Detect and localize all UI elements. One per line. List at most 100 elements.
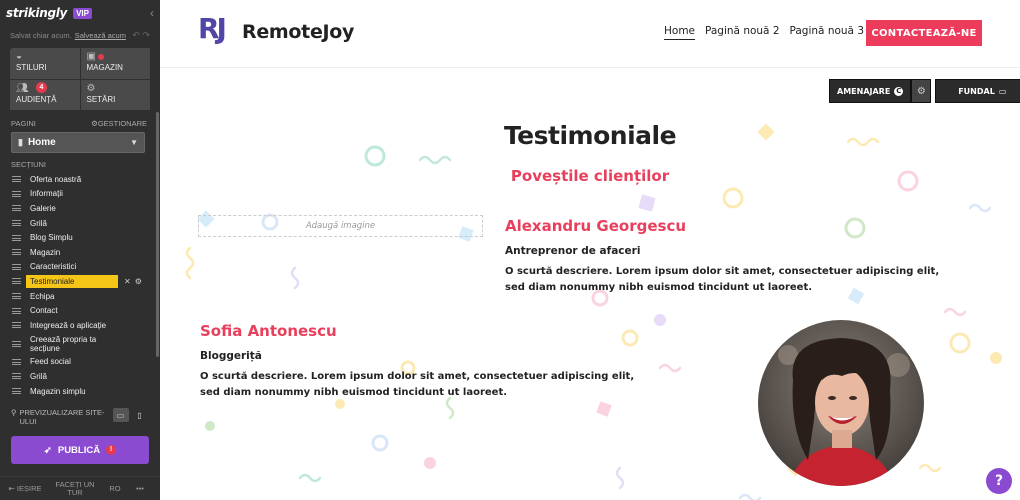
section-item[interactable]: Caracteristici: [10, 260, 158, 275]
publish-warning-badge: !: [106, 445, 117, 455]
section-settings-icon[interactable]: ⚙: [135, 277, 142, 286]
testimonial-photo[interactable]: [758, 320, 924, 486]
preview-bar: ⚲ Previzualizare site-ului ▭ ▯: [11, 408, 151, 426]
brand-logo[interactable]: RJ: [198, 12, 227, 45]
sidebar-header: strikingly VIP ‹: [0, 0, 160, 26]
shop-button[interactable]: ▣ Magazin: [80, 48, 150, 79]
section-item[interactable]: Magazin: [10, 245, 158, 260]
page-select[interactable]: ▮ Home ▼: [11, 132, 145, 153]
section-toolbar: Amenajare C ⚙ Fundal ▭: [829, 79, 1020, 103]
testimonial-role[interactable]: Bloggeriță: [200, 350, 262, 362]
settings-button[interactable]: ⚙ Setări: [80, 79, 150, 110]
section-item[interactable]: Galerie: [10, 201, 158, 216]
section-subtitle[interactable]: Poveștile clienților: [160, 167, 1020, 185]
smiling-woman-portrait: [758, 320, 924, 486]
styles-button[interactable]: ◒ Stiluri: [10, 48, 80, 79]
tour-button[interactable]: Faceți un tur: [50, 480, 100, 497]
sections-scrollbar[interactable]: [156, 112, 159, 357]
drag-handle-icon[interactable]: [12, 373, 21, 380]
section-item[interactable]: Magazin simplu: [10, 384, 158, 399]
palette-icon: ◒: [16, 51, 23, 62]
testimonial-name[interactable]: Sofia Antonescu: [200, 322, 337, 340]
nav-item-page-2[interactable]: Pagină nouă 2: [705, 25, 780, 40]
search-icon: ⚲: [11, 408, 17, 417]
pages-label: Pagini: [11, 119, 36, 128]
collapse-sidebar-icon[interactable]: ‹: [150, 6, 154, 20]
more-icon[interactable]: •••: [130, 484, 150, 493]
image-icon: ▭: [998, 86, 1007, 96]
section-item[interactable]: Informații: [10, 187, 158, 202]
layout-button[interactable]: Amenajare C: [829, 79, 912, 103]
chevron-down-icon: ▼: [130, 138, 138, 147]
help-button[interactable]: ?: [986, 468, 1012, 494]
layout-variant-badge: C: [894, 86, 904, 96]
shop-icon: ▣: [86, 51, 96, 62]
audience-button[interactable]: 👥︎ 4 Audiență: [10, 79, 80, 110]
current-page: Home: [27, 137, 56, 148]
preview-label: Previzualizare site-ului: [19, 408, 105, 426]
shop-notification-dot: [97, 54, 104, 60]
drag-handle-icon[interactable]: [12, 307, 21, 314]
drag-handle-icon[interactable]: [12, 322, 21, 329]
section-item[interactable]: Contact: [10, 303, 158, 318]
audience-badge: 4: [36, 81, 47, 93]
manage-label: Gestionare: [97, 119, 147, 128]
publish-button[interactable]: ➶ Publică !: [11, 436, 149, 464]
drag-handle-icon[interactable]: [12, 220, 21, 227]
section-item[interactable]: Grilă: [10, 216, 158, 231]
section-item[interactable]: Oferta noastră: [10, 172, 158, 187]
testimonial-role[interactable]: Antreprenor de afaceri: [505, 245, 640, 257]
drag-handle-icon[interactable]: [12, 263, 21, 270]
nav-item-page-3[interactable]: Pagină nouă 3: [790, 25, 865, 40]
document-icon: ▮: [18, 137, 23, 147]
testimonial-description[interactable]: O scurtă descriere. Lorem ipsum dolor si…: [505, 264, 955, 296]
testimonial-description[interactable]: O scurtă descriere. Lorem ipsum dolor si…: [200, 369, 650, 401]
settings-label: Setări: [86, 94, 116, 104]
section-title[interactable]: Testimoniale: [160, 121, 1020, 150]
sections-label: Secțiuni: [11, 160, 47, 169]
language-button[interactable]: RO: [100, 484, 130, 493]
pages-header: Pagini ⚙Gestionare: [11, 119, 147, 128]
manage-pages-link[interactable]: ⚙Gestionare: [91, 119, 147, 128]
drag-handle-icon[interactable]: [12, 293, 21, 300]
section-item[interactable]: Echipa: [10, 289, 158, 304]
section-item[interactable]: Creează propria ta secțiune: [10, 333, 158, 355]
contact-button[interactable]: Contactează-ne: [866, 20, 982, 46]
section-gear-icon[interactable]: ⚙: [911, 79, 932, 103]
brand-name[interactable]: RemoteJoy: [242, 21, 354, 43]
drag-handle-icon[interactable]: [12, 340, 21, 347]
section-item[interactable]: Grilă: [10, 369, 158, 384]
section-item[interactable]: Blog Simplu: [10, 230, 158, 245]
background-button[interactable]: Fundal ▭: [935, 79, 1020, 103]
audience-label: Audiență: [16, 94, 57, 104]
drag-handle-icon[interactable]: [12, 249, 21, 256]
drag-handle-icon[interactable]: [12, 234, 21, 241]
desktop-preview-icon[interactable]: ▭: [112, 408, 129, 422]
undo-icon[interactable]: ↶ ↷: [132, 30, 150, 41]
saved-text: Salvat chiar acum.: [10, 30, 72, 40]
testimonial-name[interactable]: Alexandru Georgescu: [505, 217, 686, 235]
section-item[interactable]: Integrează o aplicație: [10, 318, 158, 333]
drag-handle-icon[interactable]: [12, 278, 21, 285]
add-image-placeholder[interactable]: Adaugă imagine: [198, 215, 483, 237]
mobile-preview-icon[interactable]: ▯: [132, 408, 148, 422]
section-item-active[interactable]: Testimoniale ✕ ⚙: [10, 274, 158, 289]
shop-label: Magazin: [86, 63, 123, 72]
save-now-link[interactable]: Salvează acum: [75, 31, 126, 40]
drag-handle-icon[interactable]: [12, 388, 21, 395]
site-nav: Home Pagină nouă 2 Pagină nouă 3: [664, 25, 864, 40]
styles-label: Stiluri: [16, 63, 47, 72]
rocket-icon: ➶: [43, 444, 52, 456]
site-preview: RJ RemoteJoy Home Pagină nouă 2 Pagină n…: [160, 0, 1020, 500]
drag-handle-icon[interactable]: [12, 190, 21, 197]
vip-badge: VIP: [73, 7, 92, 19]
nav-item-home[interactable]: Home: [664, 25, 696, 40]
section-item[interactable]: Feed social: [10, 355, 158, 370]
drag-handle-icon[interactable]: [12, 176, 21, 183]
save-status: Salvat chiar acum. Salvează acum ↶ ↷: [0, 26, 160, 44]
exit-button[interactable]: ⇤ Ieșire: [0, 484, 50, 493]
delete-section-icon[interactable]: ✕: [124, 277, 131, 286]
site-header: RJ RemoteJoy Home Pagină nouă 2 Pagină n…: [160, 0, 1020, 68]
drag-handle-icon[interactable]: [12, 358, 21, 365]
drag-handle-icon[interactable]: [12, 205, 21, 212]
